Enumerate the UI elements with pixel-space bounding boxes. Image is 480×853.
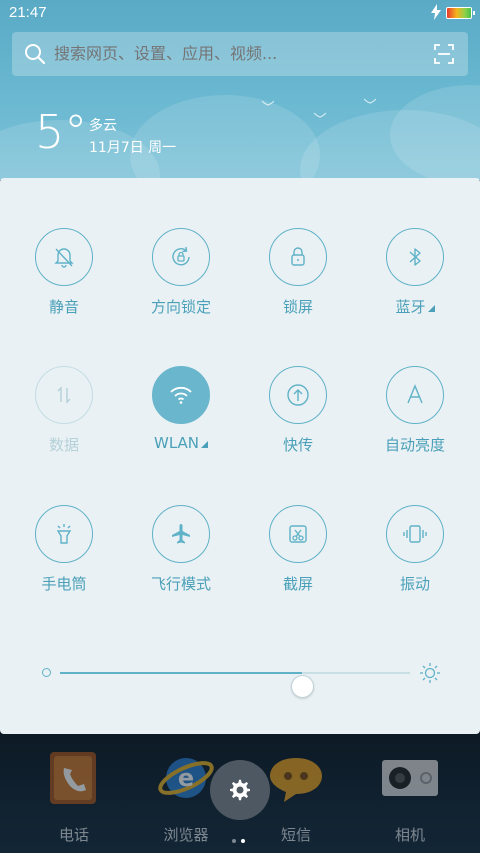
tile-label: 静音: [48, 298, 79, 316]
status-bar: 21:47: [0, 0, 480, 26]
weather-header: 21:47 5° 多云 11月7日 周一: [0, 0, 480, 180]
lock-icon: [269, 228, 327, 286]
tile-mobile-data[interactable]: 数据: [9, 366, 119, 476]
camera-app-icon: [382, 760, 438, 796]
tile-label: 锁屏: [282, 298, 313, 316]
brightness-fill: [60, 672, 302, 674]
airplane-icon: [152, 505, 210, 563]
silent-bell-icon: [35, 228, 93, 286]
quick-share-icon: [269, 366, 327, 424]
tile-label: 振动: [399, 575, 430, 593]
mobile-data-icon: [35, 366, 93, 424]
messages-app-icon: [270, 758, 322, 802]
quick-settings-panel: 静音 方向锁定 锁屏 蓝牙 数据 WLAN 快传 自动亮度 手电筒 飞行模式 截…: [0, 178, 480, 734]
expand-arrow-icon[interactable]: [201, 441, 208, 448]
screenshot-icon: [269, 505, 327, 563]
tile-label: WLAN: [153, 434, 199, 452]
vibrate-icon: [386, 505, 444, 563]
brightness-thumb[interactable]: [290, 675, 314, 698]
bird-decoration: [262, 100, 274, 106]
tile-quick-share[interactable]: 快传: [243, 366, 353, 476]
tile-silent[interactable]: 静音: [9, 228, 119, 338]
search-bar[interactable]: [12, 32, 468, 76]
bird-decoration: [364, 98, 376, 104]
settings-gear-icon: [230, 779, 250, 801]
tile-label-with-arrow: 蓝牙: [360, 296, 470, 317]
dock-app-label: 短信: [280, 826, 311, 844]
tile-auto-brightness[interactable]: 自动亮度: [360, 366, 470, 476]
tile-lock-screen[interactable]: 锁屏: [243, 228, 353, 338]
rotation-lock-icon: [152, 228, 210, 286]
weather-date: 11月7日 周一: [89, 140, 177, 156]
brightness-slider[interactable]: [40, 658, 440, 698]
dock-app-phone[interactable]: 电话: [24, 748, 124, 845]
bluetooth-icon: [386, 228, 444, 286]
tile-bluetooth[interactable]: 蓝牙: [360, 228, 470, 338]
flashlight-icon: [35, 505, 93, 563]
dock-app-camera[interactable]: 相机: [360, 748, 460, 845]
tile-label-with-arrow: WLAN: [126, 434, 236, 452]
battery-icon: [446, 7, 475, 19]
charging-icon: [431, 4, 441, 20]
page-dot-active: [241, 839, 245, 843]
expand-arrow-icon[interactable]: [427, 305, 435, 312]
auto-brightness-icon: [386, 366, 444, 424]
dock-app-label: 相机: [394, 826, 425, 844]
page-dot: [232, 839, 236, 843]
browser-app-icon: e: [158, 758, 214, 798]
svg-text:e: e: [178, 764, 194, 792]
brightness-high-icon: [420, 663, 440, 683]
scan-icon[interactable]: [432, 42, 456, 66]
brightness-track[interactable]: [60, 672, 410, 698]
settings-button[interactable]: [210, 760, 270, 820]
home-dock: 电话 e 浏览器 短信 相机: [0, 734, 480, 853]
tile-label: 手电筒: [41, 575, 87, 593]
tile-screenshot[interactable]: 截屏: [243, 505, 353, 615]
tile-flashlight[interactable]: 手电筒: [9, 505, 119, 615]
temperature[interactable]: 5°: [35, 104, 87, 160]
tile-label: 飞行模式: [150, 575, 211, 593]
phone-app-icon: [50, 752, 96, 804]
bird-decoration: [314, 112, 326, 118]
weather-condition: 多云: [89, 118, 117, 134]
search-input[interactable]: [54, 32, 424, 76]
tile-label: 自动亮度: [384, 436, 445, 454]
status-clock: 21:47: [9, 4, 47, 21]
tile-airplane[interactable]: 飞行模式: [126, 505, 236, 615]
brightness-low-icon: [42, 668, 51, 677]
search-icon: [25, 44, 46, 65]
tile-label: 蓝牙: [395, 298, 426, 316]
tile-rotation-lock[interactable]: 方向锁定: [126, 228, 236, 338]
page-indicator: [232, 828, 250, 847]
dock-app-label: 电话: [58, 826, 89, 844]
wifi-icon: [152, 366, 210, 424]
tile-label: 截屏: [282, 575, 313, 593]
tile-label: 数据: [48, 436, 79, 454]
tile-vibrate[interactable]: 振动: [360, 505, 470, 615]
tile-wlan[interactable]: WLAN: [126, 366, 236, 476]
tile-label: 快传: [282, 436, 313, 454]
dock-app-label: 浏览器: [163, 826, 209, 844]
tile-label: 方向锁定: [150, 298, 211, 316]
